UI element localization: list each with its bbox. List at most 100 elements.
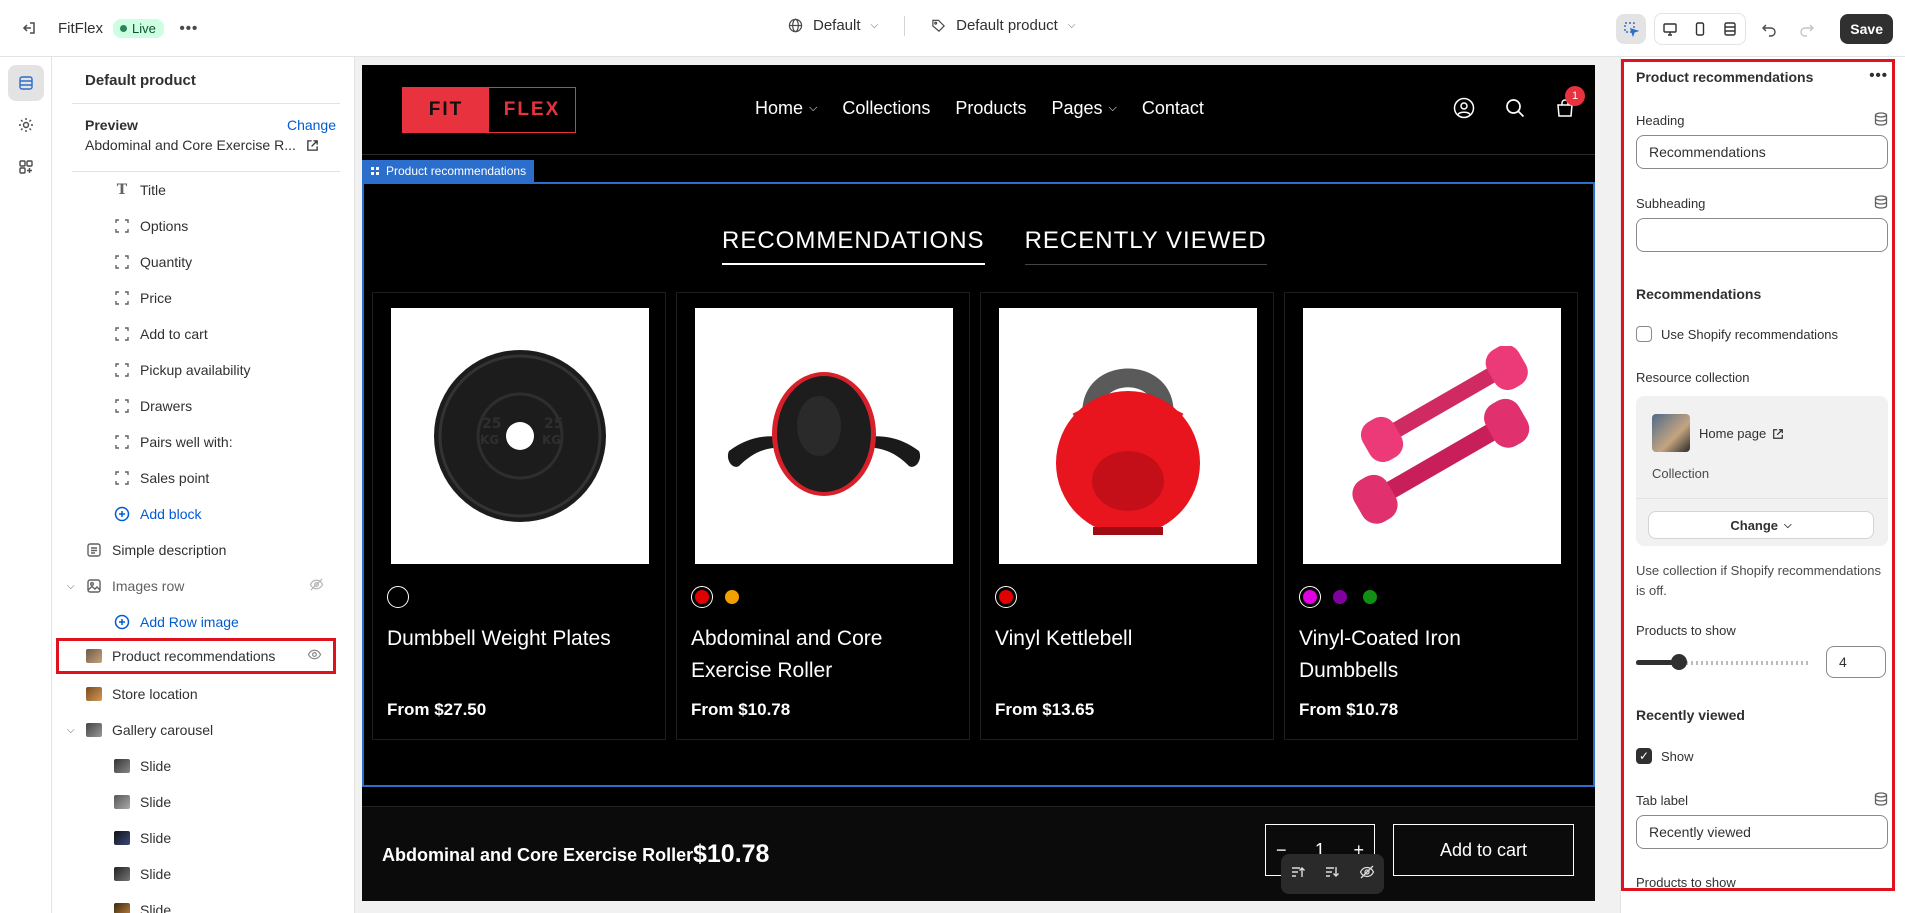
viewport-switcher [1654,13,1747,45]
title-icon: T [116,182,128,198]
cart-icon[interactable]: 1 [1555,86,1585,122]
products-to-show-input[interactable]: 4 [1826,646,1886,678]
color-swatch[interactable] [995,586,1017,608]
store-logo[interactable]: FIT FLEX [402,87,576,133]
tree-item-slide[interactable]: Slide [52,784,342,820]
show-checkbox[interactable]: ✓ [1636,748,1652,764]
tree-item-store-location[interactable]: Store location [52,676,342,712]
product-title[interactable]: Vinyl-Coated Iron Dumbbells [1299,623,1559,687]
chevron-down-icon[interactable]: ⌵ [67,581,75,592]
color-swatch[interactable] [721,586,743,608]
sections-icon[interactable] [8,65,44,101]
tree-item-pickup-availability[interactable]: Pickup availability [52,352,342,388]
product-price: From $10.78 [1299,700,1399,719]
apps-icon[interactable] [8,149,44,185]
tree-item-label: Images row [112,578,185,594]
tab-recently-viewed[interactable]: RECENTLY VIEWED [1024,227,1267,265]
desktop-view-icon[interactable] [1655,14,1685,44]
section-tag[interactable]: Product recommendations [362,160,535,182]
tree-item-simple-description[interactable]: Simple description [52,532,342,568]
save-button[interactable]: Save [1840,14,1893,44]
color-swatch[interactable] [691,586,713,608]
product-title[interactable]: Dumbbell Weight Plates [387,623,647,655]
tree-item-add-to-cart[interactable]: Add to cart [52,316,342,352]
tree-item-label: Add block [140,506,202,522]
show-recently-viewed-row[interactable]: ✓ Show [1636,747,1888,765]
dynamic-source-icon[interactable] [1874,112,1888,130]
add-block-button[interactable]: Add block [52,496,342,532]
tab-recommendations[interactable]: RECOMMENDATIONS [722,227,985,265]
collection-link[interactable]: Home page [1699,426,1784,441]
use-shopify-row[interactable]: Use Shopify recommendations [1636,325,1888,343]
product-card[interactable]: Vinyl Kettlebell From $13.65 [980,292,1274,740]
mobile-view-icon[interactable] [1685,14,1715,44]
nav-pages[interactable]: Pages ⌵ [1051,98,1116,119]
tree-item-slide[interactable]: Slide [52,856,342,892]
product-image[interactable] [695,308,953,564]
nav-collections[interactable]: Collections [842,98,930,119]
tree-item-images-row[interactable]: ⌵ Images row [52,568,342,604]
more-options-icon[interactable]: ••• [1869,67,1888,84]
product-card[interactable]: Abdominal and Core Exercise Roller From … [676,292,970,740]
tree-item-options[interactable]: Options [52,208,342,244]
color-swatch[interactable] [1359,586,1381,608]
product-title[interactable]: Vinyl Kettlebell [995,623,1255,655]
tree-item-title[interactable]: T Title [52,172,342,208]
tree-item-price[interactable]: Price [52,280,342,316]
exit-icon[interactable] [14,13,44,43]
fullscreen-view-icon[interactable] [1715,14,1745,44]
eye-icon[interactable] [307,647,322,665]
change-collection-button[interactable]: Change ⌵ [1648,511,1874,539]
preview-change-link[interactable]: Change [287,117,336,133]
slider-thumb[interactable] [1671,654,1687,670]
theme-select[interactable]: Default ⌵ [780,13,886,38]
tree-item-drawers[interactable]: Drawers [52,388,342,424]
dynamic-source-icon[interactable] [1874,195,1888,213]
heading-label: Heading [1636,113,1685,128]
color-swatch[interactable] [1329,586,1351,608]
tree-item-product-recommendations[interactable]: Product recommendations [56,638,336,674]
inspector-toggle-icon[interactable] [1616,14,1647,44]
use-shopify-checkbox[interactable] [1636,326,1652,342]
subheading-input[interactable] [1636,218,1888,252]
product-image[interactable] [1303,308,1561,564]
more-options-icon[interactable]: ••• [174,13,204,43]
color-swatch[interactable] [1299,586,1321,608]
theme-settings-icon[interactable] [8,107,44,143]
tree-item-quantity[interactable]: Quantity [52,244,342,280]
dynamic-source-icon[interactable] [1874,792,1888,810]
hide-section-icon[interactable] [1359,864,1375,884]
tree-item-pairs-well-with[interactable]: Pairs well with: [52,424,342,460]
product-image[interactable] [999,308,1257,564]
move-up-icon[interactable] [1290,864,1306,884]
redo-icon[interactable] [1792,14,1822,44]
product-card[interactable]: Vinyl-Coated Iron Dumbbells From $10.78 [1284,292,1578,740]
tree-item-slide[interactable]: Slide [52,748,342,784]
external-link-icon[interactable] [306,139,319,152]
tab-label-label: Tab label [1636,793,1689,808]
eye-hidden-icon[interactable] [309,577,324,595]
color-swatch[interactable] [387,586,409,608]
template-select[interactable]: Default product ⌵ [923,13,1083,38]
product-image[interactable]: 25 KG 25 KG [391,308,649,564]
tree-item-gallery-carousel[interactable]: ⌵ Gallery carousel [52,712,342,748]
undo-icon[interactable] [1754,14,1784,44]
nav-products[interactable]: Products [955,98,1026,119]
tree-item-slide[interactable]: Slide [52,892,342,913]
chevron-down-icon[interactable]: ⌵ [67,725,75,736]
nav-home[interactable]: Home ⌵ [755,98,817,119]
heading-input[interactable]: Recommendations [1636,135,1888,169]
nav-contact[interactable]: Contact [1142,98,1204,119]
tree-item-sales-point[interactable]: Sales point [52,460,342,496]
products-to-show-label: Products to show [1636,623,1736,638]
product-card[interactable]: 25 KG 25 KG Dumbbell Weight Plates From … [372,292,666,740]
cart-count-badge: 1 [1565,86,1585,106]
add-to-cart-button[interactable]: Add to cart [1393,824,1574,876]
add-row-image-button[interactable]: Add Row image [52,604,342,640]
tree-item-slide[interactable]: Slide [52,820,342,856]
move-down-icon[interactable] [1324,864,1340,884]
search-icon[interactable] [1505,98,1525,122]
tab-label-input[interactable]: Recently viewed [1636,815,1888,849]
account-icon[interactable] [1453,97,1475,123]
product-title[interactable]: Abdominal and Core Exercise Roller [691,623,951,687]
